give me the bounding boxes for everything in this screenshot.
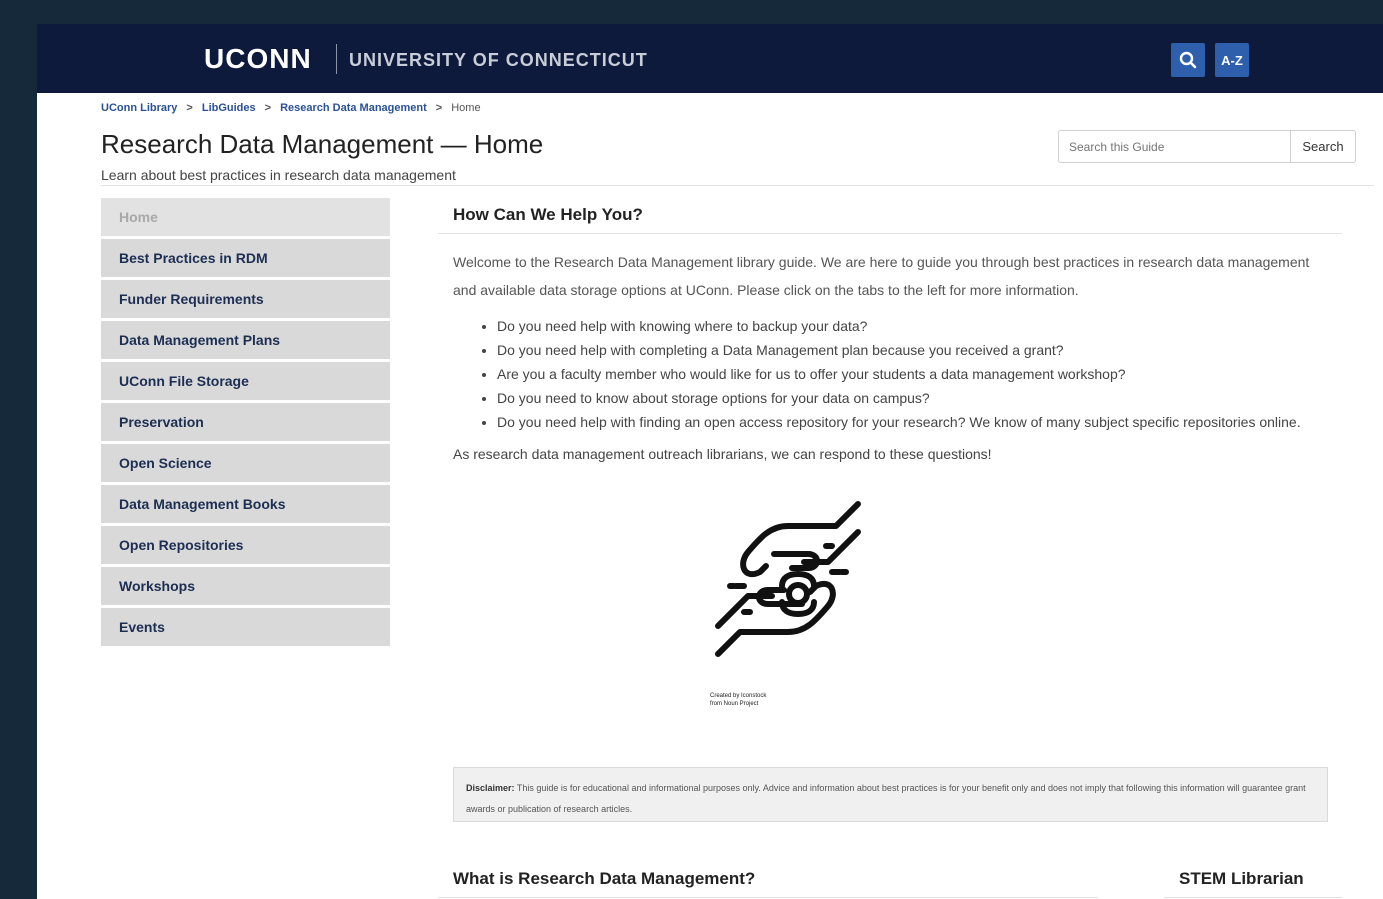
- search-icon: [1179, 51, 1197, 69]
- sidebar-item-funder-requirements[interactable]: Funder Requirements: [101, 280, 390, 318]
- what-is-rdm-heading: What is Research Data Management?: [438, 862, 1098, 898]
- guide-search-button[interactable]: Search: [1290, 130, 1356, 163]
- sidebar-item-data-management-books[interactable]: Data Management Books: [101, 485, 390, 523]
- page-title: Research Data Management — Home: [101, 129, 544, 159]
- sidebar-item-file-storage[interactable]: UConn File Storage: [101, 362, 390, 400]
- title-divider: [101, 185, 1374, 186]
- breadcrumb-home: Home: [451, 102, 481, 114]
- image-credit-line: Created by Iconstock: [710, 693, 767, 699]
- sidebar-item-open-repositories[interactable]: Open Repositories: [101, 526, 390, 564]
- breadcrumb-uconn-library[interactable]: UConn Library: [101, 102, 177, 114]
- az-index-button[interactable]: A-Z: [1215, 43, 1249, 77]
- breadcrumb-separator: >: [264, 102, 272, 114]
- header-search-button[interactable]: [1171, 43, 1205, 77]
- sidebar-item-best-practices[interactable]: Best Practices in RDM: [101, 239, 390, 277]
- sidebar-item-preservation[interactable]: Preservation: [101, 403, 390, 441]
- sidebar-item-open-science[interactable]: Open Science: [101, 444, 390, 482]
- breadcrumb-separator: >: [186, 102, 193, 114]
- closing-paragraph: As research data management outreach lib…: [453, 446, 992, 462]
- guide-sidebar-nav: Home Best Practices in RDM Funder Requir…: [101, 198, 390, 649]
- site-header: UCONN UNIVERSITY OF CONNECTICUT A-Z: [37, 24, 1383, 93]
- main-content: How Can We Help You? Welcome to the Rese…: [438, 198, 1342, 898]
- browser-page: UCONN UNIVERSITY OF CONNECTICUT A-Z UCon…: [37, 24, 1383, 899]
- breadcrumb-separator: >: [435, 102, 443, 114]
- sidebar-item-home[interactable]: Home: [101, 198, 390, 236]
- page-subtitle: Learn about best practices in research d…: [101, 167, 456, 183]
- university-name[interactable]: UNIVERSITY OF CONNECTICUT: [349, 50, 648, 71]
- helping-hands-icon: [715, 501, 861, 657]
- image-credit-line: from Noun Project: [710, 701, 759, 707]
- list-item: Do you need to know about storage option…: [497, 386, 1302, 410]
- help-section-heading: How Can We Help You?: [438, 198, 1342, 234]
- uconn-logo[interactable]: UCONN: [204, 43, 312, 75]
- disclaimer-box: Disclaimer: This guide is for educationa…: [453, 767, 1328, 822]
- guide-search-input[interactable]: [1058, 130, 1290, 163]
- list-item: Do you need help with finding an open ac…: [497, 410, 1302, 434]
- disclaimer-text: This guide is for educational and inform…: [466, 783, 1306, 814]
- list-item: Are you a faculty member who would like …: [497, 362, 1302, 386]
- intro-paragraph: Welcome to the Research Data Management …: [453, 254, 1310, 298]
- breadcrumb: UConn Library > LibGuides > Research Dat…: [101, 102, 481, 114]
- guide-search-form: Search: [1058, 130, 1356, 163]
- disclaimer-label: Disclaimer:: [466, 783, 515, 793]
- logo-divider: [336, 44, 337, 74]
- image-credit: Created by Iconstock from Noun Project: [710, 692, 766, 708]
- sidebar-item-workshops[interactable]: Workshops: [101, 567, 390, 605]
- stem-librarian-heading: STEM Librarian: [1164, 862, 1342, 898]
- help-questions-list: Do you need help with knowing where to b…: [438, 304, 1342, 434]
- sidebar-item-events[interactable]: Events: [101, 608, 390, 646]
- list-item: Do you need help with knowing where to b…: [497, 314, 1302, 338]
- sidebar-item-data-management-plans[interactable]: Data Management Plans: [101, 321, 390, 359]
- list-item: Do you need help with completing a Data …: [497, 338, 1302, 362]
- breadcrumb-libguides[interactable]: LibGuides: [202, 102, 256, 114]
- breadcrumb-research-data-management[interactable]: Research Data Management: [280, 102, 427, 114]
